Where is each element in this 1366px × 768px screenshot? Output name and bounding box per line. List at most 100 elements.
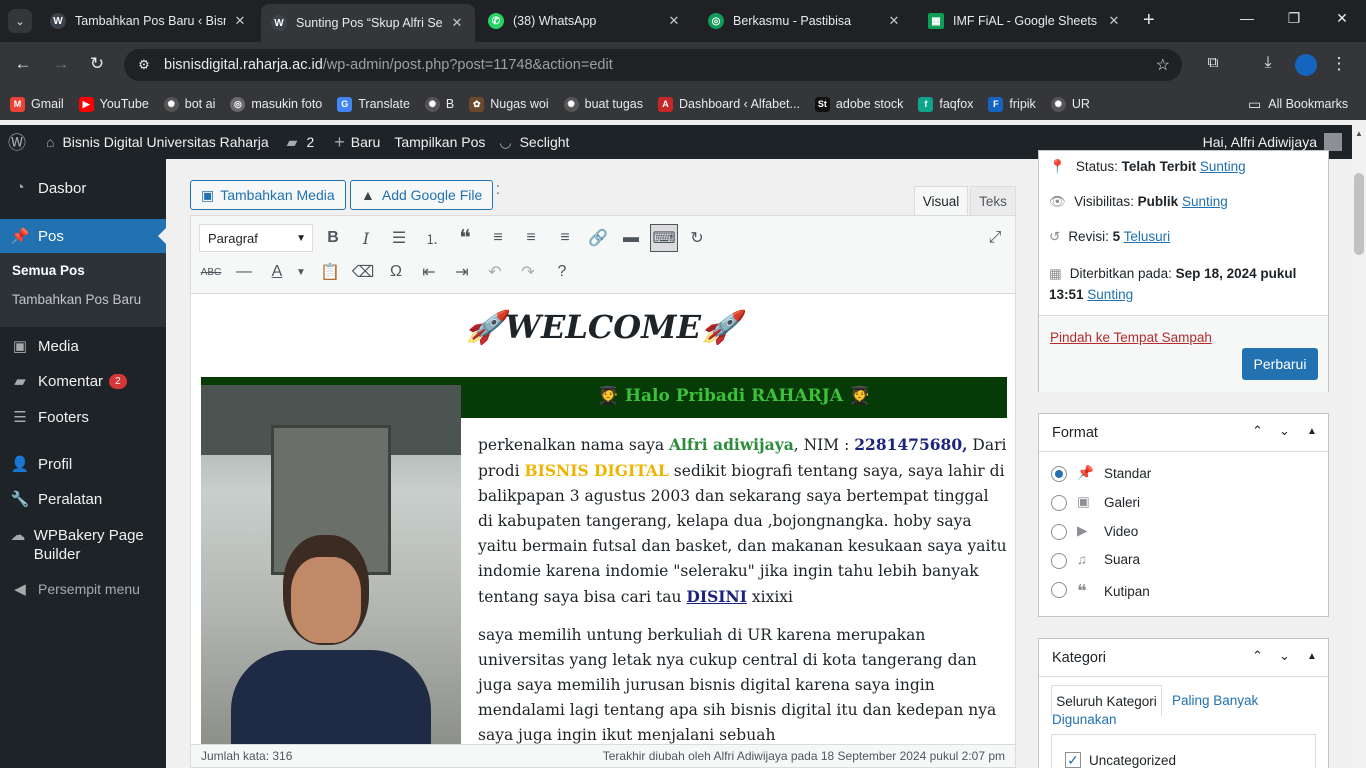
browser-tab[interactable]: ▦ IMF FiAL - Google Sheets ✕ [918, 6, 1132, 36]
bullet-list-icon[interactable]: ☰ [385, 224, 413, 252]
edit-date-link[interactable]: Sunting [1087, 287, 1133, 302]
link-icon[interactable]: 🔗 [584, 224, 612, 252]
editor-content[interactable]: 🚀WELCOME🚀 🧑‍🎓 Halo Pribadi RAHARJA 🧑‍🎓 p… [191, 294, 1015, 744]
align-right-icon[interactable]: ≡ [551, 224, 579, 252]
bold-icon[interactable]: B [319, 224, 347, 252]
browser-tab[interactable]: ✆ (38) WhatsApp ✕ [478, 6, 692, 36]
undo-icon[interactable]: ↶ [481, 258, 509, 286]
admin-bar-new[interactable]: + Baru [334, 132, 380, 153]
all-bookmarks[interactable]: ▭ All Bookmarks [1248, 96, 1348, 113]
add-google-file-button[interactable]: ▲ Add Google File [350, 180, 494, 210]
format-radio-kutipan[interactable] [1051, 582, 1067, 598]
chevron-up-icon[interactable]: ⌃ [1252, 423, 1263, 439]
back-icon[interactable]: ← [12, 54, 34, 74]
format-select[interactable]: Paragraf ▼ [199, 224, 313, 252]
browse-revisions-link[interactable]: Telusuri [1124, 229, 1171, 244]
italic-icon[interactable]: I [352, 224, 380, 252]
close-window-icon[interactable]: ✕ [1332, 10, 1352, 27]
new-tab-button[interactable]: + [1143, 9, 1155, 32]
admin-bar-view-post[interactable]: Tampilkan Pos [394, 134, 485, 150]
admin-bar-account[interactable]: Hai, Alfri Adiwijaya [1203, 133, 1342, 151]
strikethrough-icon[interactable]: ABC [197, 258, 225, 286]
bookmark-item[interactable]: M Gmail [10, 96, 64, 112]
browser-tab[interactable]: W Tambahkan Pos Baru ‹ Bisn ✕ [40, 6, 258, 36]
scroll-thumb[interactable] [1354, 173, 1364, 255]
close-icon[interactable]: ✕ [1106, 13, 1122, 29]
menu-profil[interactable]: 👤 Profil [0, 455, 166, 474]
address-bar[interactable]: ⚙ bisnisdigital.raharja.ac.id/wp-admin/p… [124, 49, 1182, 81]
redo-icon[interactable]: ↷ [514, 258, 542, 286]
minimize-icon[interactable]: — [1237, 10, 1257, 26]
menu-footers[interactable]: ☰ Footers [0, 408, 166, 427]
scroll-up-icon[interactable]: ▲ [1355, 129, 1363, 138]
toggle-panel-icon[interactable]: ▲ [1307, 426, 1317, 437]
page-scrollbar[interactable]: ▲ [1352, 125, 1366, 768]
close-icon[interactable]: ✕ [232, 13, 248, 29]
menu-pos[interactable]: 📌 Pos [0, 219, 166, 253]
chevron-down-icon[interactable]: ⌄ [1279, 648, 1290, 664]
submenu-all-posts[interactable]: Semua Pos [12, 263, 85, 278]
menu-icon[interactable]: ⋮ [1328, 54, 1350, 74]
bookmark-item[interactable]: ✺ UR [1050, 96, 1090, 112]
edit-status-link[interactable]: Sunting [1200, 159, 1246, 174]
close-icon[interactable]: ✕ [449, 15, 465, 31]
bookmark-item[interactable]: St adobe stock [814, 96, 903, 112]
site-info-icon[interactable]: ⚙ [124, 57, 164, 73]
chevron-up-icon[interactable]: ⌃ [1252, 648, 1263, 664]
indent-icon[interactable]: ⇥ [448, 258, 476, 286]
bookmark-item[interactable]: f faqfox [918, 96, 973, 112]
chevron-down-icon[interactable]: ▼ [287, 258, 315, 286]
menu-komentar[interactable]: ▰ Komentar 2 [0, 372, 166, 390]
admin-bar-seclight[interactable]: ◡ Seclight [499, 134, 569, 151]
admin-bar-comments[interactable]: ▰ 2 [287, 134, 315, 151]
format-radio-video[interactable] [1051, 524, 1067, 540]
format-radio-suara[interactable] [1051, 553, 1067, 569]
bookmark-item[interactable]: ✺ buat tugas [563, 96, 643, 112]
profile-avatar[interactable] [1295, 54, 1317, 76]
download-icon[interactable]: ⤓ [1257, 54, 1279, 72]
toggle-panel-icon[interactable]: ▲ [1307, 651, 1317, 662]
add-media-button[interactable]: ▣ Tambahkan Media [190, 180, 346, 210]
menu-wpbakery[interactable]: ☁ WPBakery Page Builder [0, 526, 160, 564]
edit-visibility-link[interactable]: Sunting [1182, 194, 1228, 209]
blockquote-icon[interactable]: ❝ [451, 224, 479, 252]
tab-text[interactable]: Teks [970, 186, 1016, 216]
format-radio-standar[interactable] [1051, 466, 1067, 482]
category-checkbox[interactable]: ✓ [1065, 752, 1081, 768]
refresh-icon[interactable]: ↻ [683, 224, 711, 252]
tab-most-used[interactable]: Paling Banyak Digunakan [1052, 691, 1322, 729]
bookmark-item[interactable]: ▶ YouTube [78, 96, 149, 112]
bookmark-item[interactable]: A Dashboard ‹ Alfabet... [658, 96, 800, 112]
paste-text-icon[interactable]: 📋 [316, 258, 344, 286]
menu-media[interactable]: ▣ Media [0, 337, 166, 356]
align-left-icon[interactable]: ≡ [484, 224, 512, 252]
menu-dasbor[interactable]: ◔ Dasbor [0, 179, 166, 197]
bookmark-item[interactable]: ◎ masukin foto [230, 96, 322, 112]
bookmark-item[interactable]: ✺ B [424, 96, 454, 112]
reload-icon[interactable]: ↻ [86, 54, 108, 74]
browser-tab-active[interactable]: W Sunting Pos “Skup Alfri Se ✕ [261, 4, 475, 42]
outdent-icon[interactable]: ⇤ [415, 258, 443, 286]
extensions-icon[interactable]: ⧉ [1202, 54, 1224, 71]
submenu-add-post[interactable]: Tambahkan Pos Baru [12, 292, 141, 307]
update-button[interactable]: Perbarui [1242, 348, 1318, 380]
close-icon[interactable]: ✕ [886, 13, 902, 29]
menu-collapse[interactable]: ◀ Persempit menu [0, 580, 166, 598]
toolbar-toggle-icon[interactable]: ⌨ [650, 224, 678, 252]
disini-link[interactable]: DISINI [686, 587, 747, 606]
tab-search-button[interactable]: ⌄ [8, 9, 32, 33]
forward-icon[interactable]: → [50, 54, 72, 74]
chevron-down-icon[interactable]: ⌄ [1279, 423, 1290, 439]
bookmark-item[interactable]: G Translate [337, 96, 410, 112]
menu-peralatan[interactable]: 🔧 Peralatan [0, 490, 166, 509]
help-icon[interactable]: ? [548, 258, 576, 286]
numbered-list-icon[interactable]: ⒈ [418, 224, 446, 252]
tab-visual[interactable]: Visual [914, 186, 968, 216]
wordpress-logo-icon[interactable]: Ⓦ [8, 129, 26, 155]
trash-link[interactable]: Pindah ke Tempat Sampah [1050, 330, 1212, 345]
horizontal-line-icon[interactable]: — [230, 258, 258, 286]
format-radio-galeri[interactable] [1051, 495, 1067, 511]
read-more-icon[interactable]: ▬ [617, 224, 645, 252]
star-icon[interactable]: ☆ [1156, 55, 1170, 75]
restore-icon[interactable]: ❐ [1284, 10, 1304, 27]
